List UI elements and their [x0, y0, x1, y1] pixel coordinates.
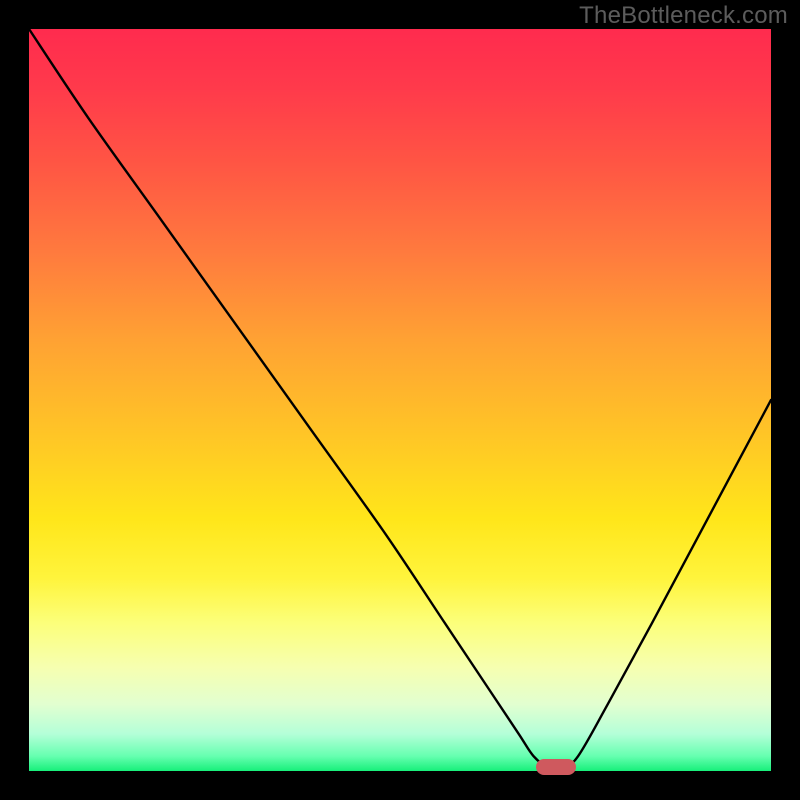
curve-layer — [29, 29, 771, 771]
chart-frame: TheBottleneck.com — [0, 0, 800, 800]
plot-area — [29, 29, 771, 771]
optimal-marker — [536, 759, 576, 775]
bottleneck-curve — [29, 29, 771, 769]
watermark-label: TheBottleneck.com — [579, 2, 788, 30]
